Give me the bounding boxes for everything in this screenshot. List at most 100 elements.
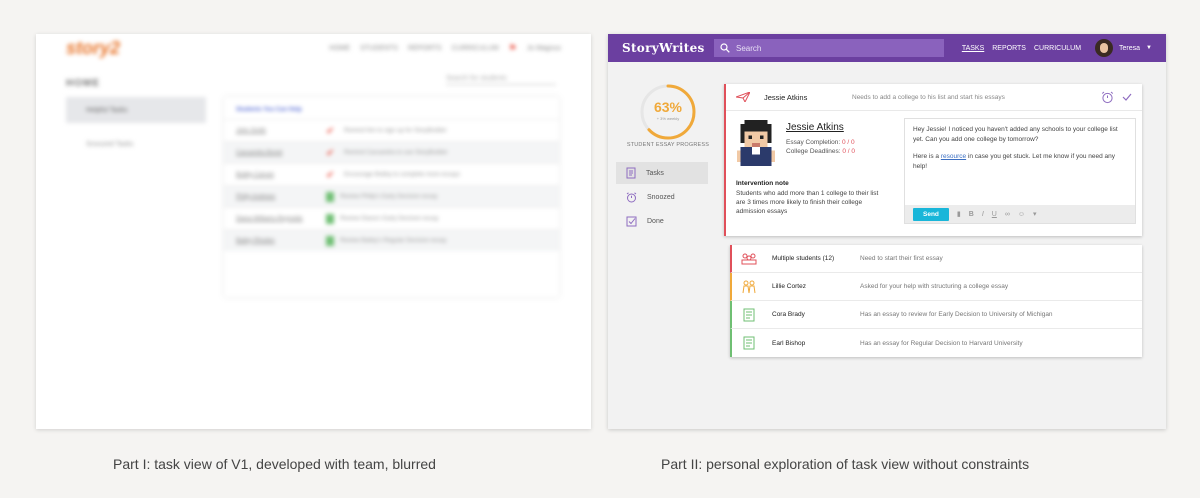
v1-row-text: Remind Cassandra to use StoryBuilder — [344, 149, 448, 156]
college-deadlines-value: 0 / 0 — [842, 148, 856, 155]
v1-header: story2 HOME STUDENTS REPORTS CURRICULUM … — [36, 34, 591, 62]
search-input[interactable]: Search — [714, 39, 944, 57]
top-bar: StoryWrites Search TASKS REPORTS CURRICU… — [608, 34, 1166, 62]
v1-logo: story2 — [66, 37, 121, 58]
intervention-note-text: Students who add more than 1 college to … — [736, 190, 879, 215]
v1-nav: HOME STUDENTS REPORTS CURRICULUM ⚑ Jo Ma… — [329, 43, 561, 54]
list-item[interactable]: Cora Brady Has an essay to review for Ea… — [730, 301, 1142, 329]
sidebar-item-label: Tasks — [646, 169, 664, 177]
help-people-icon — [742, 280, 756, 293]
paper-plane-icon — [736, 92, 750, 102]
v1-row-text: Review Philip's Early Decision essay — [340, 193, 438, 200]
alarm-clock-icon — [626, 191, 637, 202]
v1-task-list: John Smith ✔ Remind him to sign up for Sto… — [224, 119, 559, 251]
v1-nav-reports[interactable]: REPORTS — [408, 45, 442, 52]
v1-nav-home[interactable]: HOME — [329, 45, 350, 52]
v1-sidebar-helpful[interactable]: Helpful Tasks — [66, 97, 206, 123]
student-profile-link[interactable]: Jessie Atkins — [786, 122, 844, 133]
bold-icon[interactable]: B — [969, 211, 974, 218]
resource-link[interactable]: resource — [941, 153, 966, 160]
progress-label: STUDENT ESSAY PROGRESS — [626, 142, 710, 148]
intervention-note-title: Intervention note — [736, 180, 789, 187]
table-row[interactable]: Cassandra Bonet ✔ Remind Cassandra to use … — [224, 141, 559, 163]
check-icon[interactable] — [1122, 93, 1132, 101]
table-row[interactable]: Bobby Carson ✔ Encourage Bobby to complete… — [224, 163, 559, 185]
checkbox-icon — [626, 216, 637, 226]
group-icon — [741, 253, 757, 264]
sidebar-item-tasks[interactable]: Tasks — [616, 162, 708, 184]
v1-sidebar: Helpful Tasks Snoozed Tasks — [66, 97, 206, 165]
italic-icon[interactable]: I — [982, 211, 984, 218]
v1-row-name[interactable]: Bailey Rhodes — [236, 238, 326, 244]
list-item[interactable]: Lillie Cortez Asked for your help with s… — [730, 273, 1142, 301]
v1-row-name[interactable]: Diana Williams-Reynolds — [236, 216, 326, 222]
v1-row-text: Review Diana's Early Decision essay — [340, 215, 439, 222]
v1-row-name[interactable]: John Smith — [236, 128, 326, 134]
student-pixel-avatar — [736, 120, 776, 166]
task-description: Has an essay for Regular Decision to Har… — [860, 339, 1023, 347]
storywrites-app: StoryWrites Search TASKS REPORTS CURRICU… — [608, 34, 1166, 429]
list-item[interactable]: Multiple students (12) Need to start the… — [730, 245, 1142, 273]
send-button[interactable]: Send — [913, 207, 949, 221]
snooze-alarm-icon[interactable] — [1101, 91, 1114, 104]
essay-completion-label: Essay Completion: — [786, 139, 841, 146]
link-icon[interactable]: ∞ — [1005, 211, 1010, 218]
progress-weekly: + 3% weekly — [656, 116, 680, 121]
task-description: Needs to add a college to his list and s… — [852, 93, 1005, 101]
college-deadlines-stat: College Deadlines: 0 / 0 — [786, 148, 855, 155]
check-icon: ✔ — [326, 125, 335, 137]
nav-curriculum[interactable]: CURRICULUM — [1034, 45, 1081, 52]
chevron-down-icon: ▼ — [1146, 45, 1152, 51]
more-options-icon[interactable]: ▾ — [1033, 210, 1037, 218]
v1-nav-curriculum[interactable]: CURRICULUM — [452, 45, 499, 52]
table-row[interactable]: Bailey Rhodes Review Bailey's Regular Dec… — [224, 229, 559, 251]
v1-nav-students[interactable]: STUDENTS — [360, 45, 398, 52]
document-icon — [326, 191, 334, 202]
avatar — [1095, 39, 1114, 57]
progress-percent: 63% — [653, 99, 683, 115]
task-card-header[interactable]: Jessie Atkins Needs to add a college to … — [726, 84, 1142, 111]
brand-logo[interactable]: StoryWrites — [622, 41, 714, 55]
task-description: Has an essay to review for Early Decisio… — [860, 311, 1053, 318]
essay-completion-value: 0 / 0 — [842, 139, 855, 146]
underline-icon[interactable]: U — [992, 211, 997, 218]
task-description: Asked for your help with structuring a c… — [860, 283, 1009, 290]
v1-row-text: Review Bailey's Regular Decision essay — [340, 237, 447, 244]
v1-screenshot-panel: story2 HOME STUDENTS REPORTS CURRICULUM … — [36, 34, 591, 429]
caption-part-2: Part II: personal exploration of task vi… — [661, 456, 1030, 472]
table-row[interactable]: John Smith ✔ Remind him to sign up for Sto… — [224, 119, 559, 141]
task-student-name: Jessie Atkins — [764, 92, 808, 102]
v1-page-title: HOME — [66, 78, 100, 89]
v1-row-text: Remind him to sign up for StoryBuilder — [344, 127, 447, 134]
essay-icon — [743, 336, 755, 350]
nav-tasks[interactable]: TASKS — [962, 45, 984, 52]
document-icon — [326, 213, 334, 224]
v1-sidebar-snoozed[interactable]: Snoozed Tasks — [66, 131, 206, 157]
message-text: Here is a — [913, 153, 940, 160]
flag-icon[interactable]: ⚑ — [509, 43, 517, 54]
user-menu[interactable]: Teresa ▼ — [1095, 39, 1152, 57]
v1-row-name[interactable]: Cassandra Bonet — [236, 150, 326, 156]
task-name: Lillie Cortez — [772, 283, 806, 290]
table-row[interactable]: Diana Williams-Reynolds Review Diana's Ea… — [224, 207, 559, 229]
sidebar-item-snoozed[interactable]: Snoozed — [616, 186, 708, 208]
v1-row-text: Encourage Bobby to complete more essays — [344, 171, 461, 178]
task-name: Earl Bishop — [772, 339, 806, 347]
task-list: Multiple students (12) Need to start the… — [730, 245, 1142, 357]
v1-user[interactable]: Jo Magnus — [527, 45, 561, 52]
v1-search-input[interactable]: Search for students — [446, 75, 556, 85]
message-textarea[interactable]: Hey Jessie! I noticed you haven't added … — [905, 119, 1135, 177]
task-name: Cora Brady — [772, 311, 805, 318]
v1-row-name[interactable]: Philip Andrews — [236, 194, 326, 200]
message-composer: Hey Jessie! I noticed you haven't added … — [904, 118, 1136, 224]
emoji-icon[interactable]: ☺ — [1018, 211, 1025, 218]
v1-row-name[interactable]: Bobby Carson — [236, 172, 326, 178]
sidebar-item-done[interactable]: Done — [616, 210, 708, 232]
nav-reports[interactable]: REPORTS — [992, 45, 1026, 52]
composer-toolbar: Send ▮ B I U ∞ ☺ ▾ — [905, 205, 1135, 223]
table-row[interactable]: Philip Andrews Review Philip's Early Deci… — [224, 185, 559, 207]
attachment-icon[interactable]: ▮ — [957, 210, 961, 218]
list-item[interactable]: Earl Bishop Has an essay for Regular Dec… — [730, 329, 1142, 357]
task-description: Need to start their first essay — [860, 255, 943, 262]
college-deadlines-label: College Deadlines: — [786, 148, 841, 155]
